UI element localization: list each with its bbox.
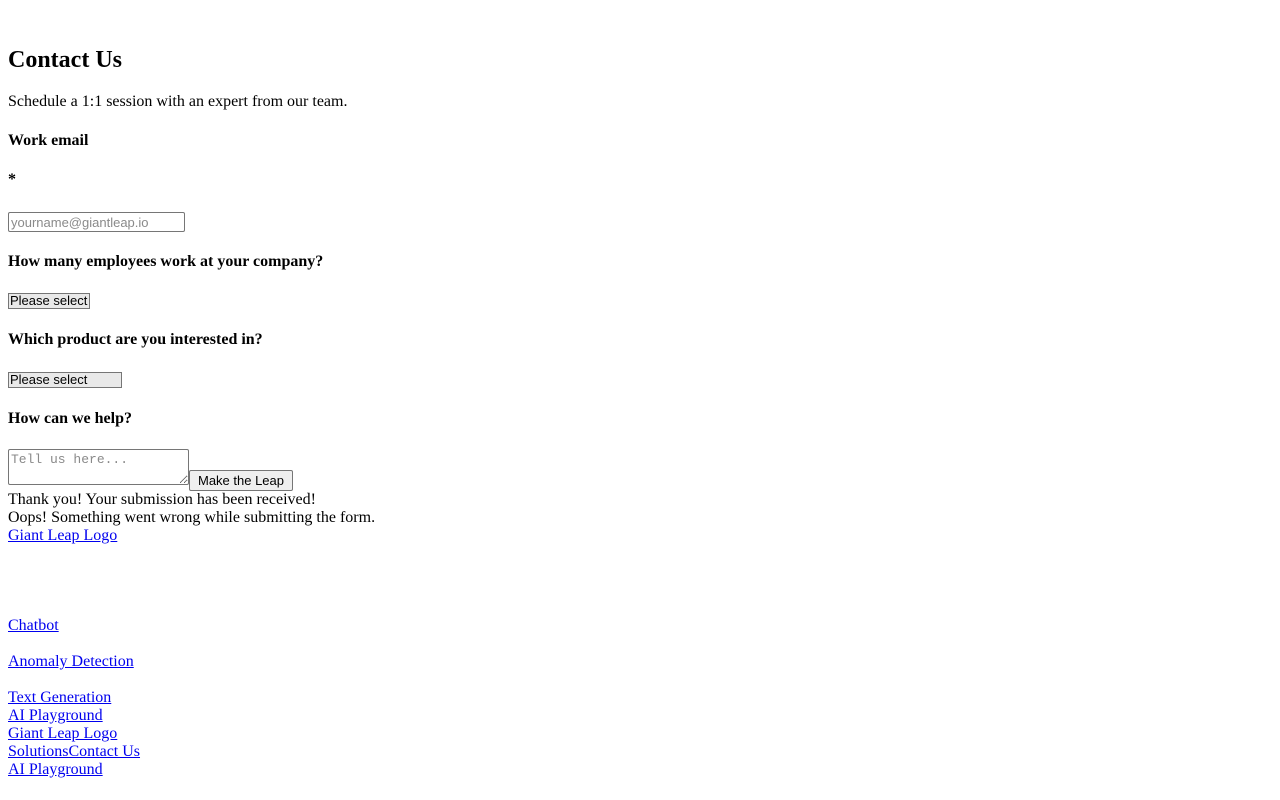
nav-link-contact[interactable]: Contact Us	[68, 743, 140, 760]
email-label: Work email	[8, 132, 89, 149]
nav-logo-link[interactable]: Giant Leap Logo	[8, 725, 117, 743]
footer-logo-image: Giant Leap Logo	[8, 527, 118, 544]
footer-link-anomaly-detection[interactable]: Anomaly Detection	[8, 653, 134, 671]
email-field[interactable]	[8, 212, 185, 232]
page-subtitle: Schedule a 1:1 session with an expert fr…	[8, 93, 348, 110]
nav-link-ai-playground[interactable]: AI Playground	[8, 761, 103, 779]
help-textarea[interactable]	[8, 449, 189, 485]
success-message: Thank you! Your submission has been rece…	[8, 491, 316, 508]
page-title: Contact Us	[8, 47, 122, 73]
submit-button[interactable]: Make the Leap	[189, 470, 293, 491]
required-mark: *	[8, 171, 16, 188]
product-label: Which product are you interested in?	[8, 331, 263, 348]
footer-link-text-generation[interactable]: Text Generation	[8, 689, 111, 707]
footer-link-chatbot[interactable]: Chatbot	[8, 617, 59, 635]
footer-link-ai-playground[interactable]: AI Playground	[8, 707, 103, 725]
nav-link-solutions[interactable]: Solutions	[8, 743, 68, 760]
footer-logo-link[interactable]: Giant Leap Logo	[8, 527, 117, 545]
help-label: How can we help?	[8, 410, 132, 427]
nav-links: SolutionsContact Us	[8, 743, 140, 761]
error-message: Oops! Something went wrong while submitt…	[8, 509, 376, 526]
employees-label: How many employees work at your company?	[8, 253, 324, 270]
product-select[interactable]: Please select	[8, 372, 122, 388]
employees-select[interactable]: Please select	[8, 293, 90, 309]
nav-logo-image: Giant Leap Logo	[8, 725, 118, 742]
